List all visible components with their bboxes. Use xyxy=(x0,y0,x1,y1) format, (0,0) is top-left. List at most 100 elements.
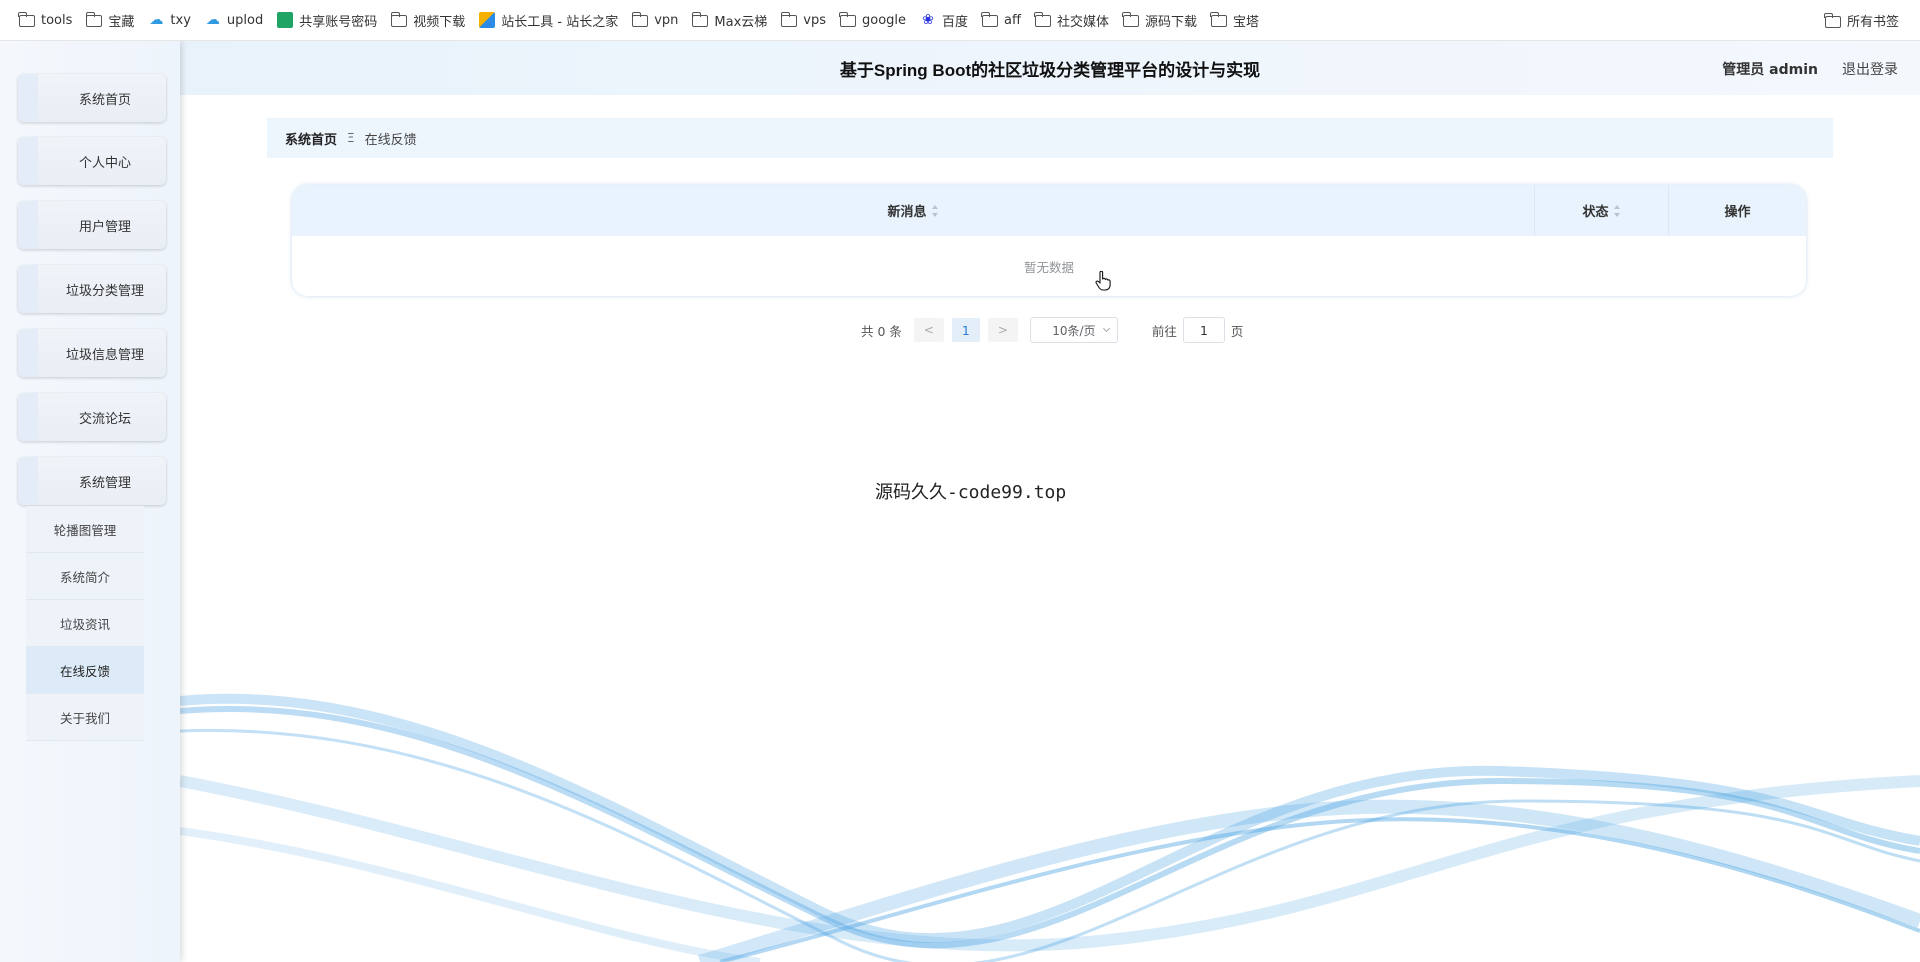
bookmark-label: 视频下载 xyxy=(413,14,466,30)
prev-page-button[interactable]: < xyxy=(913,318,944,342)
sidebar-item-label: 垃圾信息管理 xyxy=(65,347,144,363)
submenu-item-carousel[interactable]: 轮播图管理 xyxy=(26,506,144,553)
breadcrumb-separator: Ξ xyxy=(347,131,355,145)
bookmark-tools[interactable]: tools xyxy=(12,6,79,34)
page-jump-input[interactable]: 1 xyxy=(1182,317,1225,343)
sidebar: 系统首页 个人中心 用户管理 垃圾分类管理 垃圾信息管理 交流论坛 系统管理 轮… xyxy=(0,41,180,962)
sidebar-item-label: 交流论坛 xyxy=(78,411,131,427)
empty-state: 暂无数据 xyxy=(1023,259,1074,275)
bookmark-label: Max云梯 xyxy=(714,14,768,30)
page-number-button[interactable]: 1 xyxy=(951,318,980,342)
sidebar-item-garbage-info[interactable]: 垃圾信息管理 xyxy=(18,329,166,377)
folder-icon xyxy=(1824,12,1841,28)
bookmark-label: uplod xyxy=(226,12,264,28)
bookmark-label: 社交媒体 xyxy=(1056,14,1109,30)
bookmark-uplod[interactable]: ☁ uplod xyxy=(198,6,270,34)
sidebar-item-label: 用户管理 xyxy=(78,219,131,235)
sidebar-item-label: 系统首页 xyxy=(78,92,131,108)
folder-icon xyxy=(839,12,856,27)
submenu-item-system-intro[interactable]: 系统简介 xyxy=(26,553,144,600)
bookmark-video-download[interactable]: 视频下载 xyxy=(384,6,472,34)
sheet-icon xyxy=(277,12,294,28)
page-title: 基于Spring Boot的社区垃圾分类管理平台的设计与实现 xyxy=(839,61,1261,80)
column-header-label: 状态 xyxy=(1582,205,1609,220)
submenu-item-feedback[interactable]: 在线反馈 xyxy=(26,647,144,694)
column-header-label: 新消息 xyxy=(887,205,927,220)
column-header-status[interactable]: 状态 xyxy=(1534,185,1668,236)
total-count: 共 0 条 xyxy=(861,323,902,339)
baidu-icon: ❀ xyxy=(922,12,934,28)
folder-icon xyxy=(631,12,649,27)
bookmark-source-download[interactable]: 源码下载 xyxy=(1116,6,1204,34)
system-submenu: 轮播图管理 系统简介 垃圾资讯 在线反馈 关于我们 xyxy=(26,506,144,741)
submenu-item-label: 关于我们 xyxy=(59,710,110,726)
sidebar-item-home[interactable]: 系统首页 xyxy=(18,74,166,122)
folder-icon xyxy=(691,12,709,27)
sidebar-item-category-management[interactable]: 垃圾分类管理 xyxy=(18,265,166,313)
bookmark-label: 宝藏 xyxy=(108,14,135,30)
goto-label: 前往 xyxy=(1151,323,1177,339)
page-suffix: 页 xyxy=(1230,323,1244,339)
column-header-message[interactable]: 新消息 xyxy=(292,185,1534,236)
breadcrumb-home[interactable]: 系统首页 xyxy=(285,129,337,148)
bookmark-label: google xyxy=(862,12,907,28)
bookmark-vpn[interactable]: vpn xyxy=(625,6,685,34)
sidebar-item-personal-center[interactable]: 个人中心 xyxy=(18,137,166,185)
site-icon xyxy=(479,12,496,28)
sort-icon[interactable] xyxy=(931,204,939,217)
page-size-select[interactable]: 10条/页 xyxy=(1029,317,1118,343)
sidebar-item-label: 系统管理 xyxy=(78,475,131,491)
next-page-button[interactable]: > xyxy=(987,318,1018,342)
folder-icon xyxy=(981,12,999,27)
current-user: 管理员 admin xyxy=(1722,62,1818,78)
bookmark-label: 源码下载 xyxy=(1145,14,1198,30)
folder-icon xyxy=(1210,12,1228,27)
sidebar-item-system-management[interactable]: 系统管理 xyxy=(18,457,166,505)
bookmark-shared-accounts[interactable]: 共享账号密码 xyxy=(270,6,384,34)
folder-icon xyxy=(390,12,408,27)
bookmark-baozang[interactable]: 宝藏 xyxy=(79,6,141,34)
sort-icon[interactable] xyxy=(1613,204,1621,217)
bookmark-label: tools xyxy=(41,12,73,28)
folder-icon xyxy=(780,12,798,27)
column-header-label: 操作 xyxy=(1724,205,1751,220)
all-bookmarks[interactable]: 所有书签 xyxy=(1818,0,1906,41)
bookmark-label: vps xyxy=(803,12,826,28)
bookmark-google[interactable]: google xyxy=(833,6,913,34)
chevron-down-icon xyxy=(1102,324,1110,333)
watermark-text: 源码久久-code99.top xyxy=(875,482,1067,503)
bookmark-social[interactable]: 社交媒体 xyxy=(1028,6,1116,34)
sidebar-item-forum[interactable]: 交流论坛 xyxy=(18,393,166,441)
folder-icon xyxy=(1122,12,1139,27)
bookmark-label: 宝塔 xyxy=(1233,14,1260,30)
cloud-icon: ☁ xyxy=(205,12,220,28)
bookmark-max[interactable]: Max云梯 xyxy=(685,6,774,34)
submenu-item-label: 轮播图管理 xyxy=(53,522,117,538)
bookmark-label: aff xyxy=(1004,12,1021,28)
page-jump: 前往 1 页 xyxy=(1151,317,1244,343)
bookmarks-bar: tools 宝藏 ☁ txy ☁ uplod 共享账号密码 视频下载 站长工具 - … xyxy=(0,0,1920,41)
bookmark-label: txy xyxy=(170,12,191,28)
bookmark-vps[interactable]: vps xyxy=(774,6,833,34)
submenu-item-news[interactable]: 垃圾资讯 xyxy=(26,600,144,647)
bookmark-label: vpn xyxy=(654,12,679,28)
bookmark-chinaz[interactable]: 站长工具 - 站长之家 xyxy=(472,6,625,34)
logout-button[interactable]: 退出登录 xyxy=(1842,59,1898,79)
bookmark-baota[interactable]: 宝塔 xyxy=(1204,6,1266,34)
submenu-item-label: 垃圾资讯 xyxy=(59,616,110,632)
sidebar-item-user-management[interactable]: 用户管理 xyxy=(18,201,166,249)
pagination: 共 0 条 < 1 > 10条/页 前往 1 页 xyxy=(861,316,1243,344)
page-size-value: 10条/页 xyxy=(1052,323,1096,338)
table-header: 新消息 状态 操作 xyxy=(292,185,1806,236)
bookmark-txy[interactable]: ☁ txy xyxy=(141,6,197,34)
bookmark-baidu[interactable]: ❀ 百度 xyxy=(913,6,975,34)
hand-cursor-icon xyxy=(1095,271,1111,291)
submenu-item-label: 系统简介 xyxy=(59,569,110,585)
bookmark-aff[interactable]: aff xyxy=(975,6,1028,34)
bookmark-label: 百度 xyxy=(942,14,969,30)
folder-icon xyxy=(1034,12,1051,27)
submenu-item-about[interactable]: 关于我们 xyxy=(26,694,144,741)
sidebar-item-label: 个人中心 xyxy=(78,155,131,171)
column-header-actions: 操作 xyxy=(1668,185,1806,236)
feedback-table: 新消息 状态 操作 暂无数据 xyxy=(292,185,1806,296)
